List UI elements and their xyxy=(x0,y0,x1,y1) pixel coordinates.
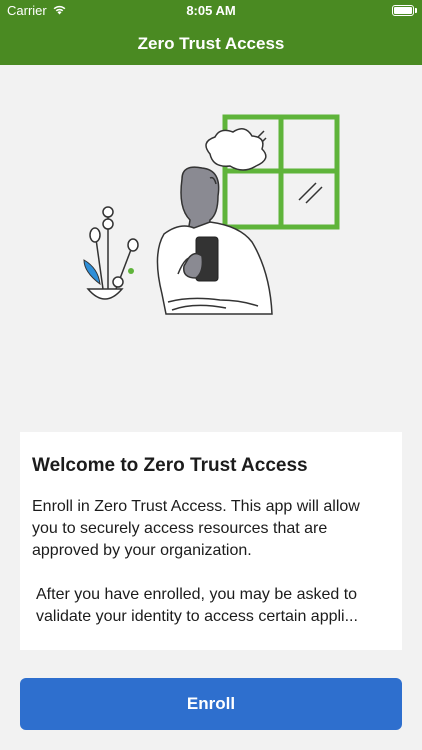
welcome-paragraph-1: Enroll in Zero Trust Access. This app wi… xyxy=(32,498,360,559)
welcome-paragraph-2-line-2: validate your identity to access certain… xyxy=(36,608,358,625)
welcome-paragraph-2: After you have enrolled, you may be aske… xyxy=(32,584,390,628)
welcome-title: Welcome to Zero Trust Access xyxy=(32,455,308,476)
status-bar: Carrier 8:05 AM xyxy=(0,0,422,22)
welcome-card: Welcome to Zero Trust Access Enroll in Z… xyxy=(20,432,402,650)
app-header: Carrier 8:05 AM Zero Trust Access xyxy=(0,0,422,65)
battery-icon xyxy=(392,5,417,16)
plant-icon xyxy=(83,206,139,300)
welcome-paragraph-2-line-1: After you have enrolled, you may be aske… xyxy=(36,586,358,603)
page-title: Zero Trust Access xyxy=(137,34,285,53)
person-with-phone-illustration xyxy=(70,104,360,334)
person-icon xyxy=(156,128,273,315)
enroll-button[interactable]: Enroll xyxy=(20,678,402,730)
status-time: 8:05 AM xyxy=(186,3,236,18)
